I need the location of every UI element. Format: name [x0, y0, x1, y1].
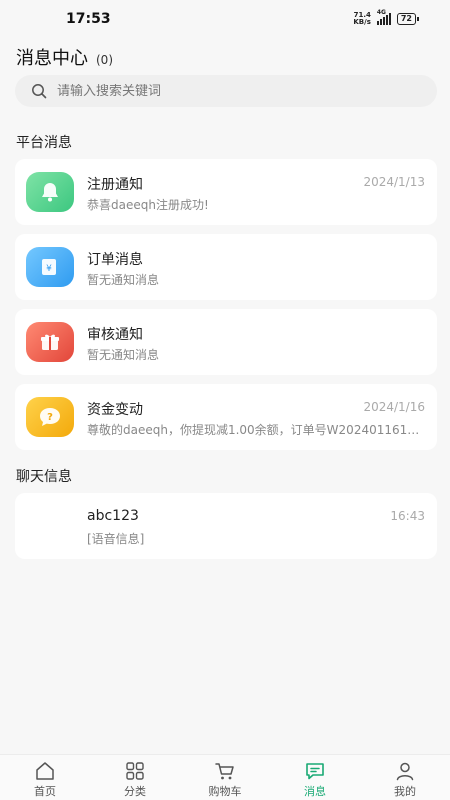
bell-icon [26, 172, 74, 212]
battery-icon: 72 [396, 13, 420, 25]
tab-label: 我的 [394, 785, 416, 798]
bottom-tab-bar: 首页 分类 购物车 消息 我的 [0, 754, 450, 800]
tab-label: 分类 [124, 785, 146, 798]
search-input[interactable] [57, 83, 417, 99]
message-card-order[interactable]: ¥ 订单消息 暂无通知消息 [15, 234, 437, 300]
page-title: 消息中心 [16, 48, 88, 69]
gift-icon [26, 322, 74, 362]
user-icon [396, 762, 414, 781]
message-card-subtitle: 暂无通知消息 [87, 273, 160, 287]
message-card-subtitle: 暂无通知消息 [87, 348, 160, 362]
message-card-subtitle: 尊敬的daeeqh，你提现减1.00余额，订单号W20240116175220 [87, 423, 425, 437]
message-count: (0) [96, 53, 113, 67]
tab-home[interactable]: 首页 [0, 755, 90, 800]
tab-label: 首页 [34, 785, 56, 798]
tab-profile[interactable]: 我的 [360, 755, 450, 800]
network-speed: 71.4 KB/s [353, 12, 370, 26]
search-bar[interactable] [15, 75, 437, 107]
svg-text:?: ? [47, 412, 53, 423]
tab-category[interactable]: 分类 [90, 755, 180, 800]
message-card-title: 注册通知 [87, 177, 143, 193]
status-indicators: 71.4 KB/s 4G 72 [353, 9, 420, 26]
signal-label: 4G [376, 9, 386, 16]
message-card-subtitle: 恭喜daeeqh注册成功! [87, 198, 209, 212]
message-card-time: 2024/1/16 [363, 400, 425, 414]
message-card-review[interactable]: 审核通知 暂无通知消息 [15, 309, 437, 375]
chat-card-name: abc123 [87, 508, 139, 524]
message-card-title: 审核通知 [87, 327, 143, 343]
tab-label: 购物车 [208, 785, 242, 798]
chat-card-time: 16:43 [390, 509, 425, 523]
page-header: 消息中心 (0) [16, 44, 113, 70]
message-card-title: 资金变动 [87, 402, 143, 418]
search-icon [32, 84, 47, 99]
message-icon [306, 763, 324, 780]
home-icon [36, 762, 54, 780]
message-card-title: 订单消息 [87, 252, 143, 268]
chat-card-preview: [语音信息] [87, 532, 145, 546]
message-card-funds[interactable]: ? 资金变动 尊敬的daeeqh，你提现减1.00余额，订单号W20240116… [15, 384, 437, 450]
tab-messages[interactable]: 消息 [270, 755, 360, 800]
grid-icon [126, 762, 144, 780]
question-icon: ? [26, 397, 74, 437]
order-icon: ¥ [26, 247, 74, 287]
chat-section-title: 聊天信息 [16, 469, 72, 485]
status-bar: 17:53 71.4 KB/s 4G 72 [0, 0, 450, 38]
svg-text:¥: ¥ [46, 264, 52, 274]
status-time: 17:53 [66, 11, 111, 27]
network-speed-unit: KB/s [353, 18, 371, 26]
tab-cart[interactable]: 购物车 [180, 755, 270, 800]
signal-icon: 4G [376, 9, 391, 25]
message-card-time: 2024/1/13 [363, 175, 425, 189]
message-card-register[interactable]: 注册通知 恭喜daeeqh注册成功! 2024/1/13 [15, 159, 437, 225]
cart-icon [215, 763, 234, 780]
chat-card[interactable]: abc123 [语音信息] 16:43 [15, 493, 437, 559]
platform-section-title: 平台消息 [16, 135, 72, 151]
tab-label: 消息 [304, 785, 326, 798]
